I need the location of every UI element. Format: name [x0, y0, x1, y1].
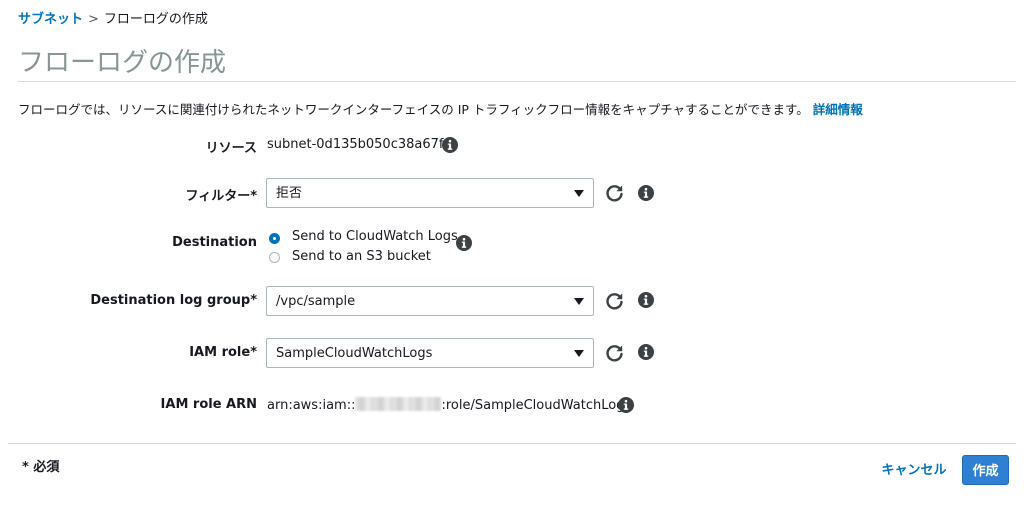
breadcrumb-separator: >: [88, 12, 99, 27]
filter-info-icon[interactable]: [638, 185, 654, 201]
breadcrumb-current: フローログの作成: [103, 12, 208, 27]
iam-role-arn-row: IAM role ARN arn:aws:iam:::role/SampleCl…: [0, 396, 1024, 416]
breadcrumb: サブネット > フローログの作成: [18, 12, 208, 28]
destination-info-icon[interactable]: [456, 235, 472, 251]
log-group-selected-value: /vpc/sample: [276, 294, 356, 309]
filter-refresh-icon[interactable]: [605, 183, 625, 203]
iam-role-arn-label: IAM role ARN: [160, 397, 257, 412]
resource-value: subnet-0d135b050c38a67f0: [267, 137, 452, 152]
breadcrumb-subnets-link[interactable]: サブネット: [18, 12, 83, 27]
learn-more-link[interactable]: 詳細情報: [813, 102, 863, 117]
iam-role-arn-value: arn:aws:iam:::role/SampleCloudWatchLogs: [267, 397, 631, 413]
destination-label: Destination: [172, 235, 257, 250]
destination-cloudwatch-radio[interactable]: [269, 233, 280, 244]
iam-role-label: IAM role*: [189, 345, 257, 360]
iam-role-arn-prefix: arn:aws:iam::: [267, 398, 356, 413]
iam-role-arn-info-icon[interactable]: [618, 397, 634, 413]
required-note: * 必須: [22, 460, 60, 475]
resource-label: リソース: [205, 141, 257, 156]
page-title: フローログの作成: [18, 48, 227, 78]
chevron-down-icon: [574, 298, 584, 305]
log-group-refresh-icon[interactable]: [605, 291, 625, 311]
destination-row: Destination Send to CloudWatch Logs Send…: [0, 228, 1024, 268]
iam-role-refresh-icon[interactable]: [605, 343, 625, 363]
filter-selected-value: 拒否: [276, 186, 303, 201]
iam-role-selected-value: SampleCloudWatchLogs: [276, 346, 433, 361]
redacted-account-id: [355, 397, 442, 411]
log-group-label: Destination log group*: [90, 293, 257, 308]
log-group-row: Destination log group* /vpc/sample: [0, 286, 1024, 316]
create-button[interactable]: 作成: [962, 455, 1009, 485]
cancel-button[interactable]: キャンセル: [872, 458, 956, 480]
iam-role-info-icon[interactable]: [638, 344, 654, 360]
destination-s3-label[interactable]: Send to an S3 bucket: [292, 249, 431, 264]
log-group-info-icon[interactable]: [638, 292, 654, 308]
description-text: フローログでは、リソースに関連付けられたネットワークインターフェイスの IP ト…: [18, 102, 809, 117]
resource-row: リソース subnet-0d135b050c38a67f0: [0, 136, 1024, 156]
iam-role-select[interactable]: SampleCloudWatchLogs: [266, 338, 594, 368]
resource-info-icon[interactable]: [442, 137, 458, 153]
iam-role-row: IAM role* SampleCloudWatchLogs: [0, 338, 1024, 368]
footer-divider: [8, 443, 1016, 444]
iam-role-arn-suffix: :role/SampleCloudWatchLogs: [441, 398, 632, 413]
filter-row: フィルター* 拒否: [0, 178, 1024, 208]
log-group-select[interactable]: /vpc/sample: [266, 286, 594, 316]
filter-select[interactable]: 拒否: [266, 178, 594, 208]
page-description: フローログでは、リソースに関連付けられたネットワークインターフェイスの IP ト…: [18, 101, 863, 118]
chevron-down-icon: [574, 190, 584, 197]
filter-label: フィルター*: [185, 189, 257, 204]
destination-s3-radio[interactable]: [269, 252, 280, 263]
chevron-down-icon: [574, 350, 584, 357]
destination-cloudwatch-label[interactable]: Send to CloudWatch Logs: [292, 229, 458, 244]
title-divider: [18, 81, 1016, 82]
